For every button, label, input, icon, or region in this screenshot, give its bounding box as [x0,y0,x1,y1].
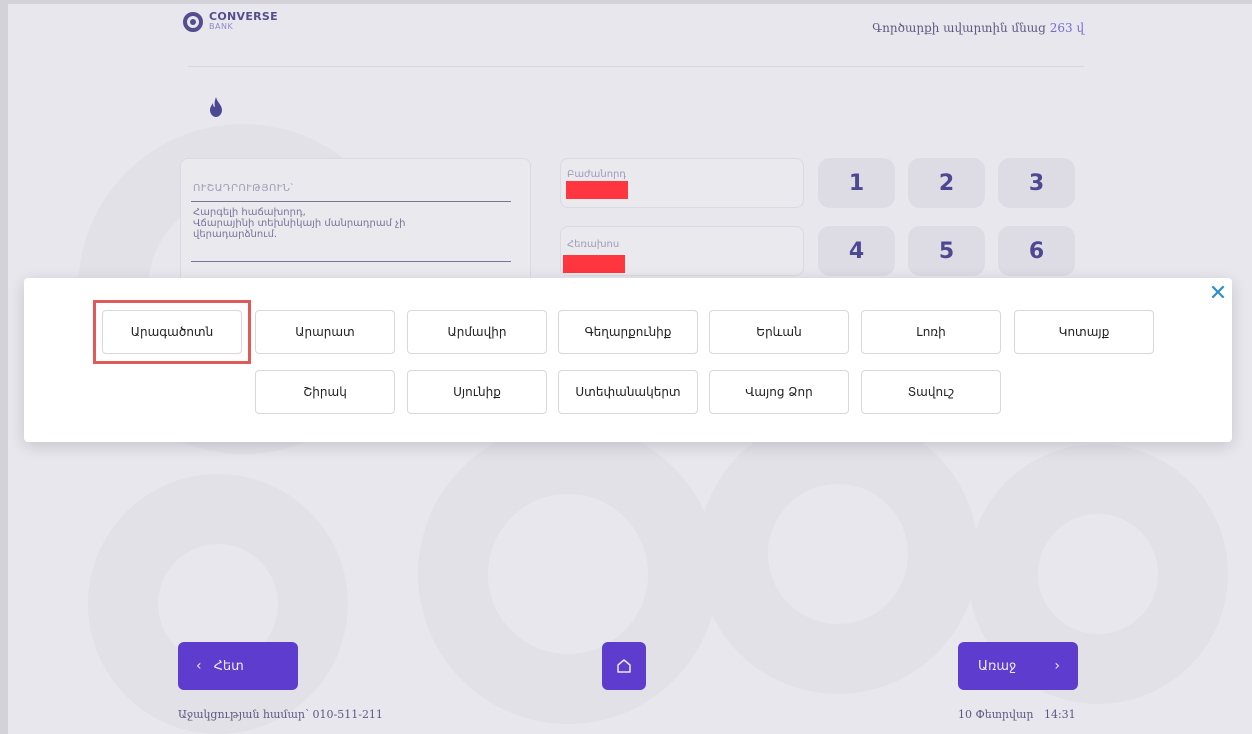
selection-highlight [93,300,251,364]
region-button[interactable]: Գեղարքունիք [558,310,698,354]
region-button[interactable]: Սյունիք [407,370,547,414]
region-button[interactable]: Կոտայք [1014,310,1154,354]
region-button[interactable]: Արմավիր [407,310,547,354]
region-button[interactable]: Վայոց Ձոր [709,370,849,414]
region-button[interactable]: Տավուշ [861,370,1001,414]
region-button[interactable]: Շիրակ [255,370,395,414]
region-button[interactable]: Ստեփանակերտ [558,370,698,414]
close-icon[interactable]: ✕ [1207,283,1229,305]
region-select-modal: ✕ Արագածոտն Արարատ Արմավիր Գեղարքունիք Ե… [24,278,1232,442]
region-button[interactable]: Լոռի [861,310,1001,354]
region-button[interactable]: Արարատ [255,310,395,354]
region-button[interactable]: Երևան [709,310,849,354]
